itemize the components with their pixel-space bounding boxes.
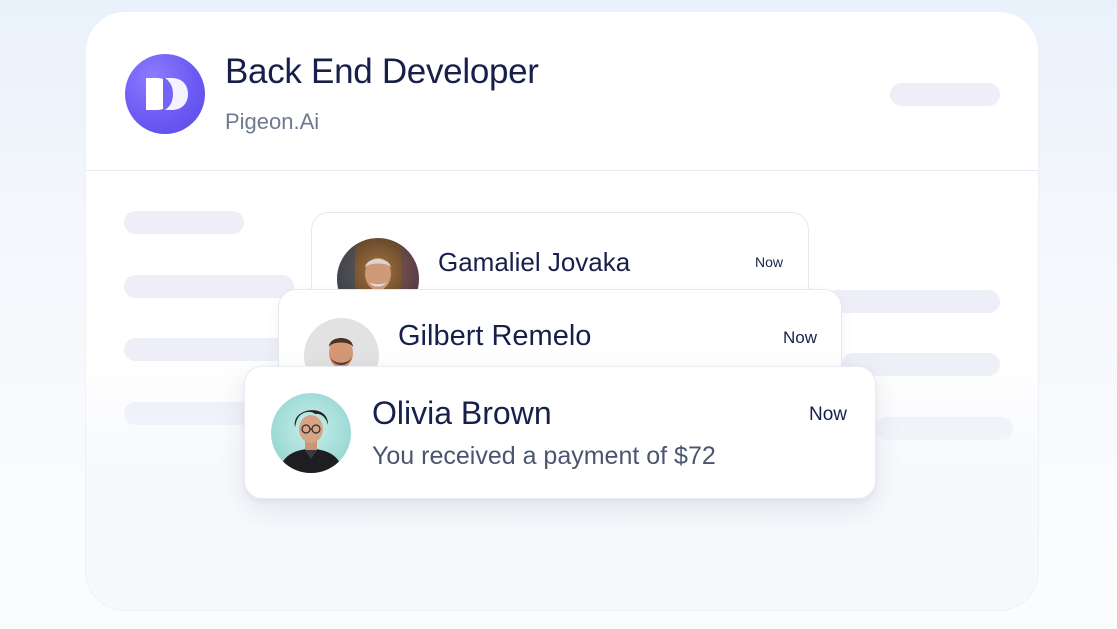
avatar: [271, 393, 351, 473]
notification-time: Now: [809, 404, 848, 425]
placeholder-line: [124, 338, 294, 361]
sender-name: Gilbert Remelo: [398, 320, 592, 352]
notification-message: You received a payment of $72: [372, 442, 716, 470]
notification-time: Now: [783, 328, 818, 347]
sender-name: Olivia Brown: [372, 395, 552, 431]
placeholder-line: [124, 211, 244, 234]
company-name: Pigeon.Ai: [225, 109, 320, 134]
job-title: Back End Developer: [225, 52, 539, 91]
placeholder-line: [826, 290, 1000, 313]
notification-time: Now: [755, 254, 784, 270]
placeholder-line: [124, 275, 294, 298]
notification-card[interactable]: Olivia Brown You received a payment of $…: [244, 366, 876, 499]
placeholder-pill: [890, 83, 1000, 106]
pigeon-ai-logo-icon: [125, 54, 205, 134]
placeholder-line: [876, 417, 1013, 440]
header-divider: [86, 170, 1038, 171]
avatar-photo-icon: [271, 393, 351, 473]
sender-name: Gamaliel Jovaka: [438, 247, 631, 277]
